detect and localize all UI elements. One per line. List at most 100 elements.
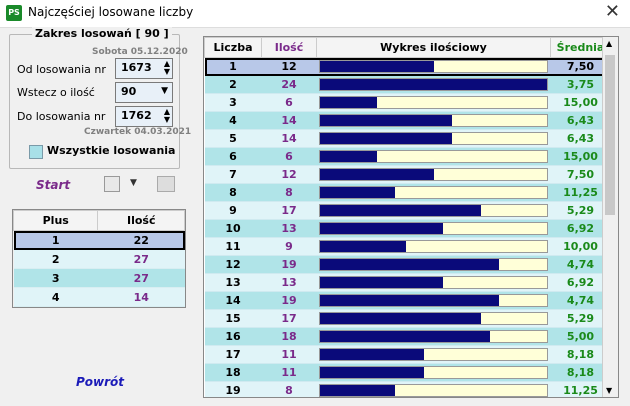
ilosc-cell: 13 xyxy=(261,219,317,238)
wstecz-select[interactable]: 90 ▼ xyxy=(115,82,173,103)
table-row[interactable]: 4 14 6,43 xyxy=(204,111,611,130)
vertical-scrollbar[interactable]: ▲ ▼ xyxy=(602,37,618,397)
table-row[interactable]: 2 27 xyxy=(13,249,185,269)
bar-cell xyxy=(316,219,551,238)
quantity-bar xyxy=(319,366,548,379)
bar-cell xyxy=(316,237,551,256)
ilosc-cell: 8 xyxy=(261,381,317,397)
table-row[interactable]: 12 19 4,74 xyxy=(204,255,611,274)
od-spinner[interactable]: 1673 ▲ ▼ xyxy=(115,58,173,79)
table-row[interactable]: 18 11 8,18 xyxy=(204,363,611,382)
table-row[interactable]: 13 13 6,92 xyxy=(204,273,611,292)
bar-cell xyxy=(316,129,551,148)
ilosc-cell: 22 xyxy=(97,230,185,250)
table-row[interactable]: 14 19 4,74 xyxy=(204,291,611,310)
liczba-cell: 19 xyxy=(204,381,262,397)
table-row[interactable]: 19 8 11,25 xyxy=(204,381,611,397)
ilosc-cell: 6 xyxy=(261,93,317,112)
save-icon[interactable] xyxy=(104,176,120,192)
od-value: 1673 xyxy=(121,61,152,74)
chevron-down-icon[interactable]: ▼ xyxy=(130,178,137,188)
bar-cell xyxy=(316,57,551,76)
liczba-cell: 6 xyxy=(204,147,262,166)
chevron-down-icon[interactable]: ▼ xyxy=(161,86,168,96)
ilosc-cell: 6 xyxy=(261,147,317,166)
bar-cell xyxy=(316,75,551,94)
quantity-bar xyxy=(319,294,548,307)
quantity-bar xyxy=(319,132,548,145)
bar-cell xyxy=(316,255,551,274)
quantity-bar-fill xyxy=(320,79,547,90)
start-button[interactable]: Start xyxy=(36,178,70,192)
quantity-bar-fill xyxy=(320,61,434,72)
quantity-bar-fill xyxy=(320,367,425,378)
liczba-cell: 11 xyxy=(204,237,262,256)
table-row[interactable]: 5 14 6,43 xyxy=(204,129,611,148)
table-row[interactable]: 4 14 xyxy=(13,287,185,307)
ilosc-cell: 11 xyxy=(261,363,317,382)
ilosc-cell: 11 xyxy=(261,345,317,364)
spin-arrows-icon[interactable]: ▲ ▼ xyxy=(164,60,170,76)
chart-header[interactable]: Wykres ilościowy xyxy=(316,37,551,58)
scroll-thumb[interactable] xyxy=(605,55,615,215)
ilosc-cell: 19 xyxy=(261,255,317,274)
ilosc-cell: 12 xyxy=(261,57,317,76)
quantity-bar-fill xyxy=(320,331,491,342)
plus-cell: 4 xyxy=(13,287,98,307)
table-row[interactable]: 1 12 7,50 xyxy=(204,57,611,76)
app-icon: PS xyxy=(6,5,22,21)
liczba-cell: 9 xyxy=(204,201,262,220)
plus-cell: 2 xyxy=(13,249,98,269)
plus-header[interactable]: Plus xyxy=(12,210,99,231)
printer-icon[interactable] xyxy=(157,176,175,192)
quantity-bar-fill xyxy=(320,133,452,144)
quantity-bar xyxy=(319,96,548,109)
date-to: Czwartek 04.03.2021 xyxy=(84,127,192,137)
liczba-cell: 12 xyxy=(204,255,262,274)
table-row[interactable]: 16 18 5,00 xyxy=(204,327,611,346)
table-row[interactable]: 8 8 11,25 xyxy=(204,183,611,202)
quantity-bar xyxy=(319,222,548,235)
title-bar: PS Najczęściej losowane liczby ✕ xyxy=(0,0,630,28)
liczba-cell: 3 xyxy=(204,93,262,112)
bar-cell xyxy=(316,273,551,292)
table-row[interactable]: 9 17 5,29 xyxy=(204,201,611,220)
table-row[interactable]: 6 6 15,00 xyxy=(204,147,611,166)
quantity-bar xyxy=(319,276,548,289)
close-icon[interactable]: ✕ xyxy=(605,2,620,22)
spin-arrows-icon[interactable]: ▲ ▼ xyxy=(164,108,170,124)
do-spinner[interactable]: 1762 ▲ ▼ xyxy=(115,106,173,127)
table-row[interactable]: 1 22 xyxy=(13,230,185,250)
ilosc-cell: 17 xyxy=(261,309,317,328)
all-draws-checkbox[interactable] xyxy=(29,145,43,159)
ilosc-header[interactable]: Ilość xyxy=(97,210,185,231)
quantity-bar xyxy=(319,186,548,199)
window-title: Najczęściej losowane liczby xyxy=(28,5,194,19)
table-row[interactable]: 10 13 6,92 xyxy=(204,219,611,238)
liczba-cell: 18 xyxy=(204,363,262,382)
table-row[interactable]: 7 12 7,50 xyxy=(204,165,611,184)
all-draws-label: Wszystkie losowania xyxy=(47,144,176,157)
table-row[interactable]: 15 17 5,29 xyxy=(204,309,611,328)
ilosc-cell: 14 xyxy=(97,287,185,307)
bar-cell xyxy=(316,309,551,328)
liczba-header[interactable]: Liczba xyxy=(204,37,262,58)
quantity-bar xyxy=(319,150,548,163)
ilosc-cell: 17 xyxy=(261,201,317,220)
scroll-down-icon[interactable]: ▼ xyxy=(606,386,612,395)
back-button[interactable]: Powrót xyxy=(76,375,124,389)
table-row[interactable]: 3 6 15,00 xyxy=(204,93,611,112)
ilosc-cell: 24 xyxy=(261,75,317,94)
liczba-cell: 14 xyxy=(204,291,262,310)
table-row[interactable]: 11 9 10,00 xyxy=(204,237,611,256)
table-row[interactable]: 3 27 xyxy=(13,268,185,288)
bar-cell xyxy=(316,183,551,202)
ilosc-cell: 14 xyxy=(261,111,317,130)
ilosc-header[interactable]: Ilość xyxy=(261,37,317,58)
scroll-up-icon[interactable]: ▲ xyxy=(606,39,612,48)
quantity-bar-fill xyxy=(320,169,434,180)
bar-cell xyxy=(316,363,551,382)
quantity-bar-fill xyxy=(320,241,407,252)
table-row[interactable]: 17 11 8,18 xyxy=(204,345,611,364)
table-row[interactable]: 2 24 3,75 xyxy=(204,75,611,94)
